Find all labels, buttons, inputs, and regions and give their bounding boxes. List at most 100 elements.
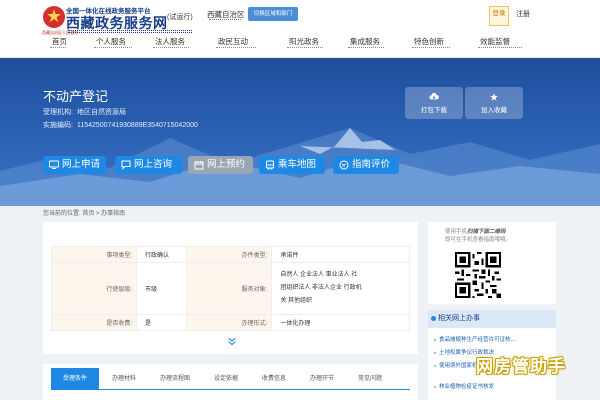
page-title: 不动产登记 bbox=[43, 89, 109, 104]
details-table: 事项类型: 行政确认 办件类型: 承诺件 行使层级: 市级 服务对象: 自然人 … bbox=[51, 246, 410, 331]
qr-code-icon bbox=[455, 252, 501, 298]
nav-item-corporate[interactable]: 法人服务 bbox=[153, 36, 189, 58]
qr-line-1-prefix: 使用手机 bbox=[445, 229, 468, 235]
tab-flowchart[interactable]: 办理流程图 bbox=[149, 368, 201, 389]
calendar-icon bbox=[194, 161, 204, 170]
table-value: 市级 bbox=[135, 262, 188, 315]
nav-item-supervision[interactable]: 效能监督 bbox=[478, 36, 522, 58]
guide-tabs: 受理条件 办理材料 办理流程图 设定依据 收费信息 办理环节 常见问题 bbox=[43, 364, 418, 400]
bus-icon bbox=[266, 160, 274, 170]
nav-item-innovation[interactable]: 特色创新 bbox=[412, 36, 450, 58]
nav-tibetan-decoration bbox=[478, 47, 522, 50]
table-value: 承诺件 bbox=[271, 246, 410, 263]
table-key: 事项类型: bbox=[51, 246, 137, 263]
switch-region-button[interactable]: 切换区域和部门 bbox=[248, 7, 298, 21]
agency-value: 地区自然资源局 bbox=[76, 109, 126, 116]
tab-conditions[interactable]: 受理条件 bbox=[51, 368, 99, 389]
table-key: 办理形式: bbox=[186, 314, 273, 331]
expand-chevron-icon[interactable] bbox=[227, 336, 237, 346]
service-target-line: 团组织法人 非法人企业 行政机 bbox=[280, 285, 362, 291]
related-services-header: 相关网上办事 bbox=[428, 310, 556, 328]
nav-item-label: 阳光政务 bbox=[289, 37, 319, 46]
qr-line-1-bold: 扫描下面二维码 bbox=[467, 229, 506, 235]
nav-tibetan-decoration bbox=[287, 47, 323, 50]
tab-faq[interactable]: 常见问题 bbox=[347, 368, 393, 389]
nav-item-label: 首页 bbox=[52, 37, 67, 46]
code-row: 实施编码: 11542500741930889E3540715042000 bbox=[43, 120, 198, 130]
table-row: 事项类型: 行政确认 办件类型: 承诺件 bbox=[51, 246, 410, 263]
online-appointment-button[interactable]: 网上预约 bbox=[188, 156, 253, 174]
nav-tibetan-decoration bbox=[348, 47, 384, 50]
table-value: 一体化办理 bbox=[271, 314, 410, 331]
code-value: 11542500741930889E3540715042000 bbox=[76, 122, 198, 129]
nav-item-label: 特色创新 bbox=[414, 37, 444, 46]
table-row: 行使层级: 市级 服务对象: 自然人 企业法人 事业法人 社 团组织法人 非法人… bbox=[51, 262, 410, 315]
table-key: 办件类型: bbox=[186, 246, 273, 263]
online-consult-button[interactable]: 网上咨询 bbox=[115, 156, 182, 174]
table-key: 行使层级: bbox=[51, 262, 137, 315]
cloud-download-icon bbox=[429, 93, 439, 100]
related-service-link[interactable]: 林业植物检疫证书核发 bbox=[434, 382, 494, 390]
star-icon bbox=[490, 93, 498, 101]
download-label: 打包下载 bbox=[421, 107, 447, 114]
tab-materials[interactable]: 办理材料 bbox=[101, 368, 147, 389]
chat-icon bbox=[121, 160, 131, 170]
service-label: 网上咨询 bbox=[134, 159, 173, 170]
nav-tibetan-decoration bbox=[94, 47, 132, 50]
main-nav: 首页 个人服务 法人服务 政民互动 阳光政务 集成服务 特色创新 效能监督 bbox=[0, 36, 600, 58]
nav-item-transparency[interactable]: 阳光政务 bbox=[287, 36, 323, 58]
add-favorite-button[interactable]: 加入收藏 bbox=[465, 87, 523, 119]
register-link[interactable]: 注册 bbox=[516, 9, 530, 19]
comment-icon bbox=[339, 160, 349, 170]
nav-item-label: 政民互动 bbox=[218, 37, 248, 46]
tibetan-script-decoration bbox=[68, 30, 192, 33]
nav-item-integrated[interactable]: 集成服务 bbox=[348, 36, 384, 58]
service-target-line: 关 其他组织 bbox=[280, 298, 312, 304]
service-hero: 不动产登记 受理机构: 地区自然资源局 实施编码: 1154250074193088… bbox=[0, 58, 600, 206]
related-service-link[interactable]: 食品摊贩种生产经营许可证核... bbox=[434, 335, 515, 343]
online-apply-button[interactable]: 网上申请 bbox=[43, 156, 106, 174]
nav-item-label: 效能监督 bbox=[480, 37, 510, 46]
site-header: 西藏自治区人民政府 全国一体化在线政务服务平台 西藏政务服务网 (试运行) 西藏… bbox=[0, 0, 600, 58]
region-tibetan-decoration bbox=[209, 19, 241, 21]
service-target-line: 自然人 企业法人 事业法人 社 bbox=[280, 272, 358, 278]
service-label: 网上预约 bbox=[207, 159, 246, 170]
bullet-icon bbox=[431, 316, 436, 321]
nav-item-label: 集成服务 bbox=[350, 37, 380, 46]
computer-icon bbox=[49, 160, 59, 169]
service-label: 网上申请 bbox=[62, 159, 101, 170]
tab-legal-basis[interactable]: 设定依据 bbox=[203, 368, 249, 389]
table-value: 行政确认 bbox=[135, 246, 188, 263]
nav-tibetan-decoration bbox=[153, 47, 189, 50]
watermark-text: 网房管助手 bbox=[476, 357, 566, 376]
table-key: 服务对象: bbox=[186, 262, 273, 315]
favorite-label: 加入收藏 bbox=[481, 107, 507, 114]
tab-steps[interactable]: 办理环节 bbox=[299, 368, 345, 389]
login-tibetan-decoration bbox=[490, 17, 508, 21]
nav-item-label: 法人服务 bbox=[155, 37, 185, 46]
related-services-title: 相关网上办事 bbox=[438, 315, 480, 322]
details-card: 事项类型: 行政确认 办件类型: 承诺件 行使层级: 市级 服务对象: 自然人 … bbox=[43, 222, 418, 354]
login-label: 登录 bbox=[492, 10, 506, 17]
nav-tibetan-decoration bbox=[412, 47, 450, 50]
nav-item-home[interactable]: 首页 bbox=[50, 36, 67, 58]
service-label: 指南评价 bbox=[352, 159, 391, 170]
nav-item-label: 个人服务 bbox=[96, 37, 126, 46]
table-row: 是否收费: 是 办理形式: 一体化办理 bbox=[51, 314, 410, 331]
qr-instructions: 使用手机扫描下面二维码 即可在手机查看指南哦哦。 bbox=[445, 228, 511, 244]
service-label: 乘车地图 bbox=[278, 159, 317, 170]
table-key: 是否收费: bbox=[51, 314, 137, 331]
login-button[interactable]: 登录 bbox=[489, 6, 509, 26]
qr-panel: 使用手机扫描下面二维码 即可在手机查看指南哦哦。 bbox=[428, 222, 556, 304]
nav-item-interaction[interactable]: 政民互动 bbox=[216, 36, 256, 58]
nav-tibetan-decoration bbox=[50, 47, 66, 50]
nav-tibetan-decoration bbox=[216, 47, 256, 50]
national-emblem-icon bbox=[43, 6, 65, 28]
guide-review-button[interactable]: 指南评价 bbox=[333, 156, 399, 174]
agency-row: 受理机构: 地区自然资源局 bbox=[43, 107, 126, 117]
code-label: 实施编码: bbox=[43, 122, 73, 129]
download-package-button[interactable]: 打包下载 bbox=[405, 87, 463, 119]
transit-map-button[interactable]: 乘车地图 bbox=[259, 156, 325, 174]
nav-item-personal[interactable]: 个人服务 bbox=[94, 36, 132, 58]
tab-fees[interactable]: 收费信息 bbox=[251, 368, 297, 389]
